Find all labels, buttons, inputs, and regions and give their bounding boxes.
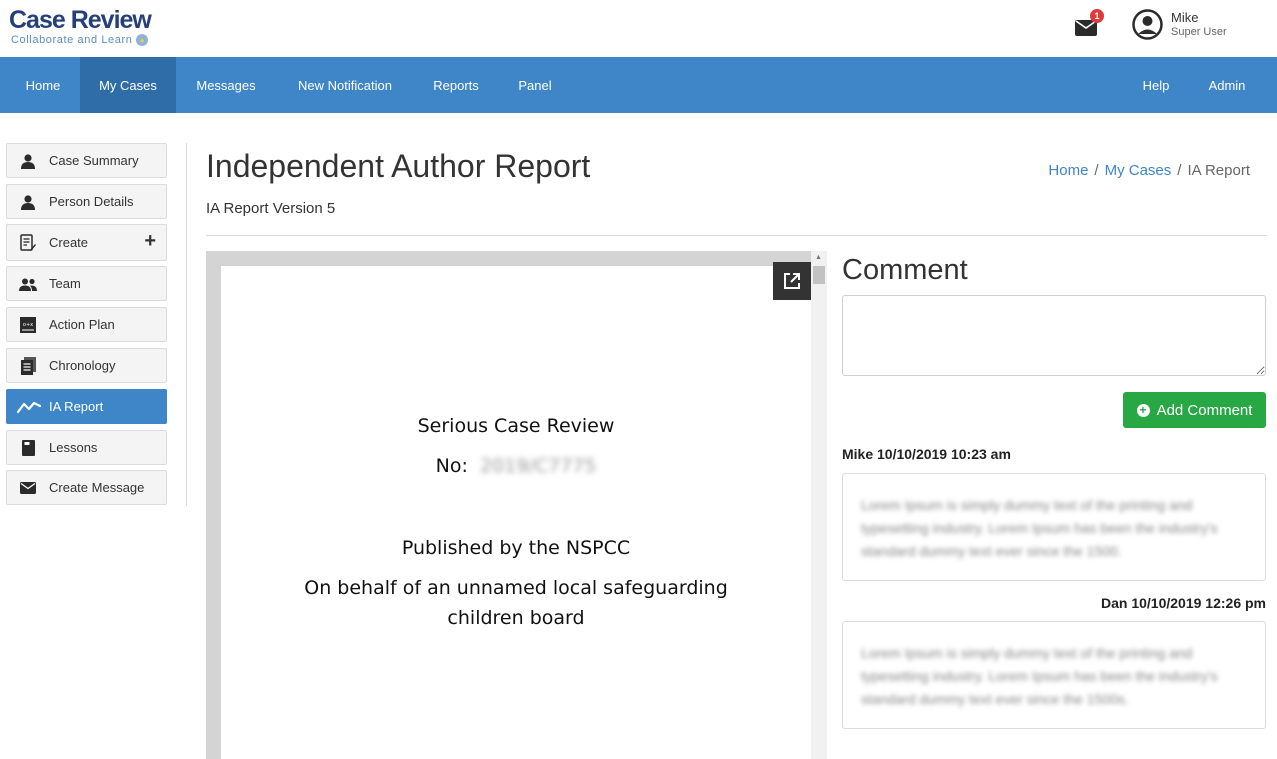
nav-new-notification[interactable]: New Notification [276, 57, 414, 113]
comment-card: Lorem Ipsum is simply dummy text of the … [842, 473, 1266, 581]
plus-circle-icon: + [1136, 403, 1150, 417]
document-heading: Serious Case Review [417, 415, 615, 437]
comment-heading: Comment [842, 254, 968, 286]
comment-card: Lorem Ipsum is simply dummy text of the … [842, 621, 1266, 729]
user-role: Super User [1171, 26, 1227, 38]
notification-badge: 1 [1090, 9, 1104, 23]
document-case-number: No: 2019/C7775 [221, 455, 811, 477]
action-plan-icon: o+x [19, 316, 37, 334]
nav-help[interactable]: Help [1126, 57, 1186, 113]
sidebar-item-label: Lessons [49, 440, 98, 455]
sidebar-item-label: Case Summary [49, 153, 139, 168]
comment-text: Lorem Ipsum is simply dummy text of the … [861, 645, 1218, 707]
person-icon [19, 152, 37, 170]
add-comment-button[interactable]: + Add Comment [1123, 392, 1266, 428]
document-publisher: Published by the NSPCC [401, 537, 631, 559]
chronology-icon [19, 357, 37, 375]
sidebar-item-case-summary[interactable]: Case Summary [6, 143, 167, 178]
comment-author: Mike 10/10/2019 10:23 am [842, 446, 1011, 462]
sidebar-item-label: Create [49, 235, 89, 250]
chart-line-icon [17, 398, 41, 416]
comment-input[interactable] [842, 295, 1266, 376]
sidebar-item-ia-report[interactable]: IA Report [6, 389, 167, 424]
sidebar-item-create[interactable]: Create + [6, 224, 167, 261]
nav-panel[interactable]: Panel [498, 57, 572, 113]
sidebar-item-create-message[interactable]: Create Message [6, 470, 167, 505]
breadcrumb-separator: / [1094, 162, 1099, 179]
scrollbar-thumb[interactable] [813, 266, 825, 284]
sidebar-item-lessons[interactable]: Lessons [6, 430, 167, 465]
case-number-value: 2019/C7775 [479, 455, 597, 477]
nav-home[interactable]: Home [0, 57, 86, 113]
breadcrumb-home[interactable]: Home [1048, 162, 1088, 179]
title-divider [206, 235, 1267, 236]
comment-text: Lorem Ipsum is simply dummy text of the … [861, 497, 1218, 559]
sidebar-item-label: Create Message [49, 480, 145, 495]
team-icon [19, 275, 37, 293]
top-header: Case Review Collaborate and Learn ● 1 Mi… [0, 0, 1277, 57]
sidebar-item-label: Team [49, 276, 81, 291]
sidebar-item-label: IA Report [49, 399, 104, 414]
document-page [221, 266, 811, 759]
document-behalf-line: On behalf of an unnamed local safeguardi… [304, 577, 728, 599]
lightbulb-icon: ● [136, 34, 149, 46]
logo-subtitle: Collaborate and Learn [11, 34, 133, 46]
add-comment-label: Add Comment [1156, 401, 1253, 419]
user-avatar-icon[interactable] [1132, 9, 1163, 40]
edit-document-icon [19, 234, 37, 252]
app-logo[interactable]: Case Review Collaborate and Learn ● [9, 6, 152, 46]
breadcrumb: Home / My Cases / IA Report [1048, 162, 1250, 179]
nav-admin[interactable]: Admin [1194, 57, 1260, 113]
popout-icon[interactable] [773, 262, 811, 300]
scroll-up-icon[interactable]: ▲ [815, 254, 822, 261]
plus-icon[interactable]: + [144, 231, 156, 251]
sidebar-item-chronology[interactable]: Chronology [6, 348, 167, 383]
logo-title: Case Review [9, 6, 152, 34]
sidebar-item-team[interactable]: Team [6, 266, 167, 301]
svg-text:o+x: o+x [23, 322, 33, 328]
user-name[interactable]: Mike [1171, 10, 1198, 25]
sidebar-item-label: Person Details [49, 194, 134, 209]
breadcrumb-my-cases[interactable]: My Cases [1105, 162, 1172, 179]
sidebar-item-person-details[interactable]: Person Details [6, 184, 167, 219]
document-board-line: children board [447, 607, 585, 629]
book-icon [19, 439, 37, 457]
sidebar-item-action-plan[interactable]: o+x Action Plan [6, 307, 167, 342]
nav-reports[interactable]: Reports [414, 57, 498, 113]
breadcrumb-separator: / [1177, 162, 1182, 179]
person-icon [19, 193, 37, 211]
sidebar-divider [186, 143, 187, 506]
sidebar-item-label: Chronology [49, 358, 116, 373]
page-title: Independent Author Report [206, 148, 591, 184]
document-scrollbar[interactable] [811, 251, 827, 759]
comment-author: Dan 10/10/2019 12:26 pm [1101, 595, 1266, 611]
nav-messages[interactable]: Messages [176, 57, 276, 113]
breadcrumb-current: IA Report [1187, 162, 1250, 179]
main-nav: Home My Cases Messages New Notification … [0, 57, 1277, 113]
page-subtitle: IA Report Version 5 [206, 200, 336, 217]
sidebar-item-label: Action Plan [49, 317, 115, 332]
nav-my-cases[interactable]: My Cases [80, 57, 176, 113]
envelope-icon [19, 479, 37, 497]
case-number-label: No: [435, 455, 468, 477]
